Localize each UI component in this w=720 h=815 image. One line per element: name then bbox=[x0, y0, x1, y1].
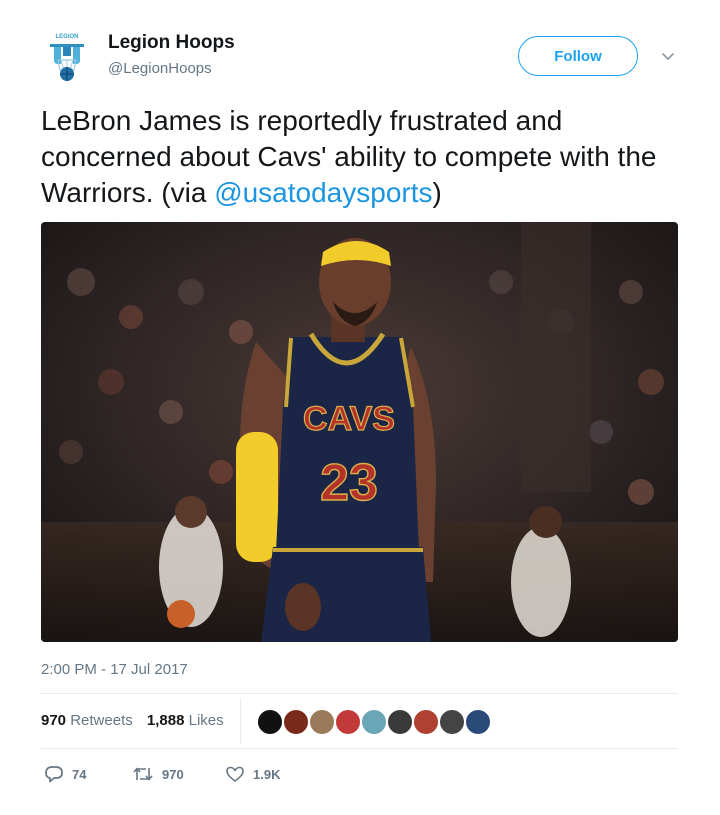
liker-avatar[interactable] bbox=[334, 708, 362, 736]
retweets-count: 970 bbox=[41, 712, 67, 729]
liker-avatar[interactable] bbox=[308, 708, 336, 736]
display-name[interactable]: Legion Hoops bbox=[108, 33, 235, 53]
retweet-button[interactable]: 970 bbox=[132, 765, 225, 783]
tweet-photo[interactable]: CAVS 23 bbox=[41, 222, 678, 642]
liker-avatar[interactable] bbox=[282, 708, 310, 736]
retweet-icon bbox=[132, 765, 154, 783]
tweet-text-end: ) bbox=[432, 177, 442, 208]
chevron-down-icon[interactable] bbox=[660, 48, 676, 64]
heart-icon bbox=[225, 765, 245, 783]
jersey-number-text: 23 bbox=[320, 454, 378, 512]
divider bbox=[41, 693, 678, 694]
tweet-timestamp[interactable]: 2:00 PM - 17 Jul 2017 bbox=[41, 661, 188, 678]
account-handle[interactable]: @LegionHoops bbox=[108, 60, 212, 78]
jersey-team-text: CAVS bbox=[303, 400, 395, 438]
liker-avatar[interactable] bbox=[256, 708, 284, 736]
liker-avatar[interactable] bbox=[438, 708, 466, 736]
likes-count: 1,888 bbox=[146, 712, 185, 729]
tweet-actions: 74 970 1.9K bbox=[44, 763, 280, 785]
reply-icon bbox=[44, 765, 64, 783]
retweet-count: 970 bbox=[162, 766, 184, 782]
likes-stat[interactable]: 1,888 Likes bbox=[147, 712, 224, 729]
tweet-stats: 970 Retweets 1,888 Likes bbox=[41, 712, 224, 729]
logo-text: LEGION bbox=[55, 34, 78, 40]
tweet-header: LEGION Legion Hoops @LegionHoops Follow bbox=[0, 0, 720, 90]
like-count: 1.9K bbox=[253, 766, 281, 782]
stats-separator bbox=[240, 698, 241, 744]
likes-label: Likes bbox=[188, 712, 224, 729]
liker-avatar[interactable] bbox=[360, 708, 388, 736]
liker-avatar[interactable] bbox=[464, 708, 492, 736]
like-button[interactable]: 1.9K bbox=[225, 765, 280, 783]
tweet-text: LeBron James is reportedly frustrated an… bbox=[41, 103, 681, 211]
retweets-label: Retweets bbox=[70, 712, 133, 729]
reply-count: 74 bbox=[72, 766, 87, 782]
legion-hoops-logo-avatar[interactable]: LEGION bbox=[44, 30, 90, 82]
tweet-card: LEGION Legion Hoops @LegionHoops Follow … bbox=[0, 0, 720, 815]
reply-button[interactable]: 74 bbox=[44, 765, 132, 783]
retweets-stat[interactable]: 970 Retweets bbox=[41, 712, 133, 729]
follow-button[interactable]: Follow bbox=[518, 36, 638, 76]
liker-avatar[interactable] bbox=[412, 708, 440, 736]
divider bbox=[41, 748, 678, 749]
likers-avatars[interactable] bbox=[256, 708, 492, 736]
liker-avatar[interactable] bbox=[386, 708, 414, 736]
mention-link[interactable]: @usatodaysports bbox=[214, 177, 432, 208]
